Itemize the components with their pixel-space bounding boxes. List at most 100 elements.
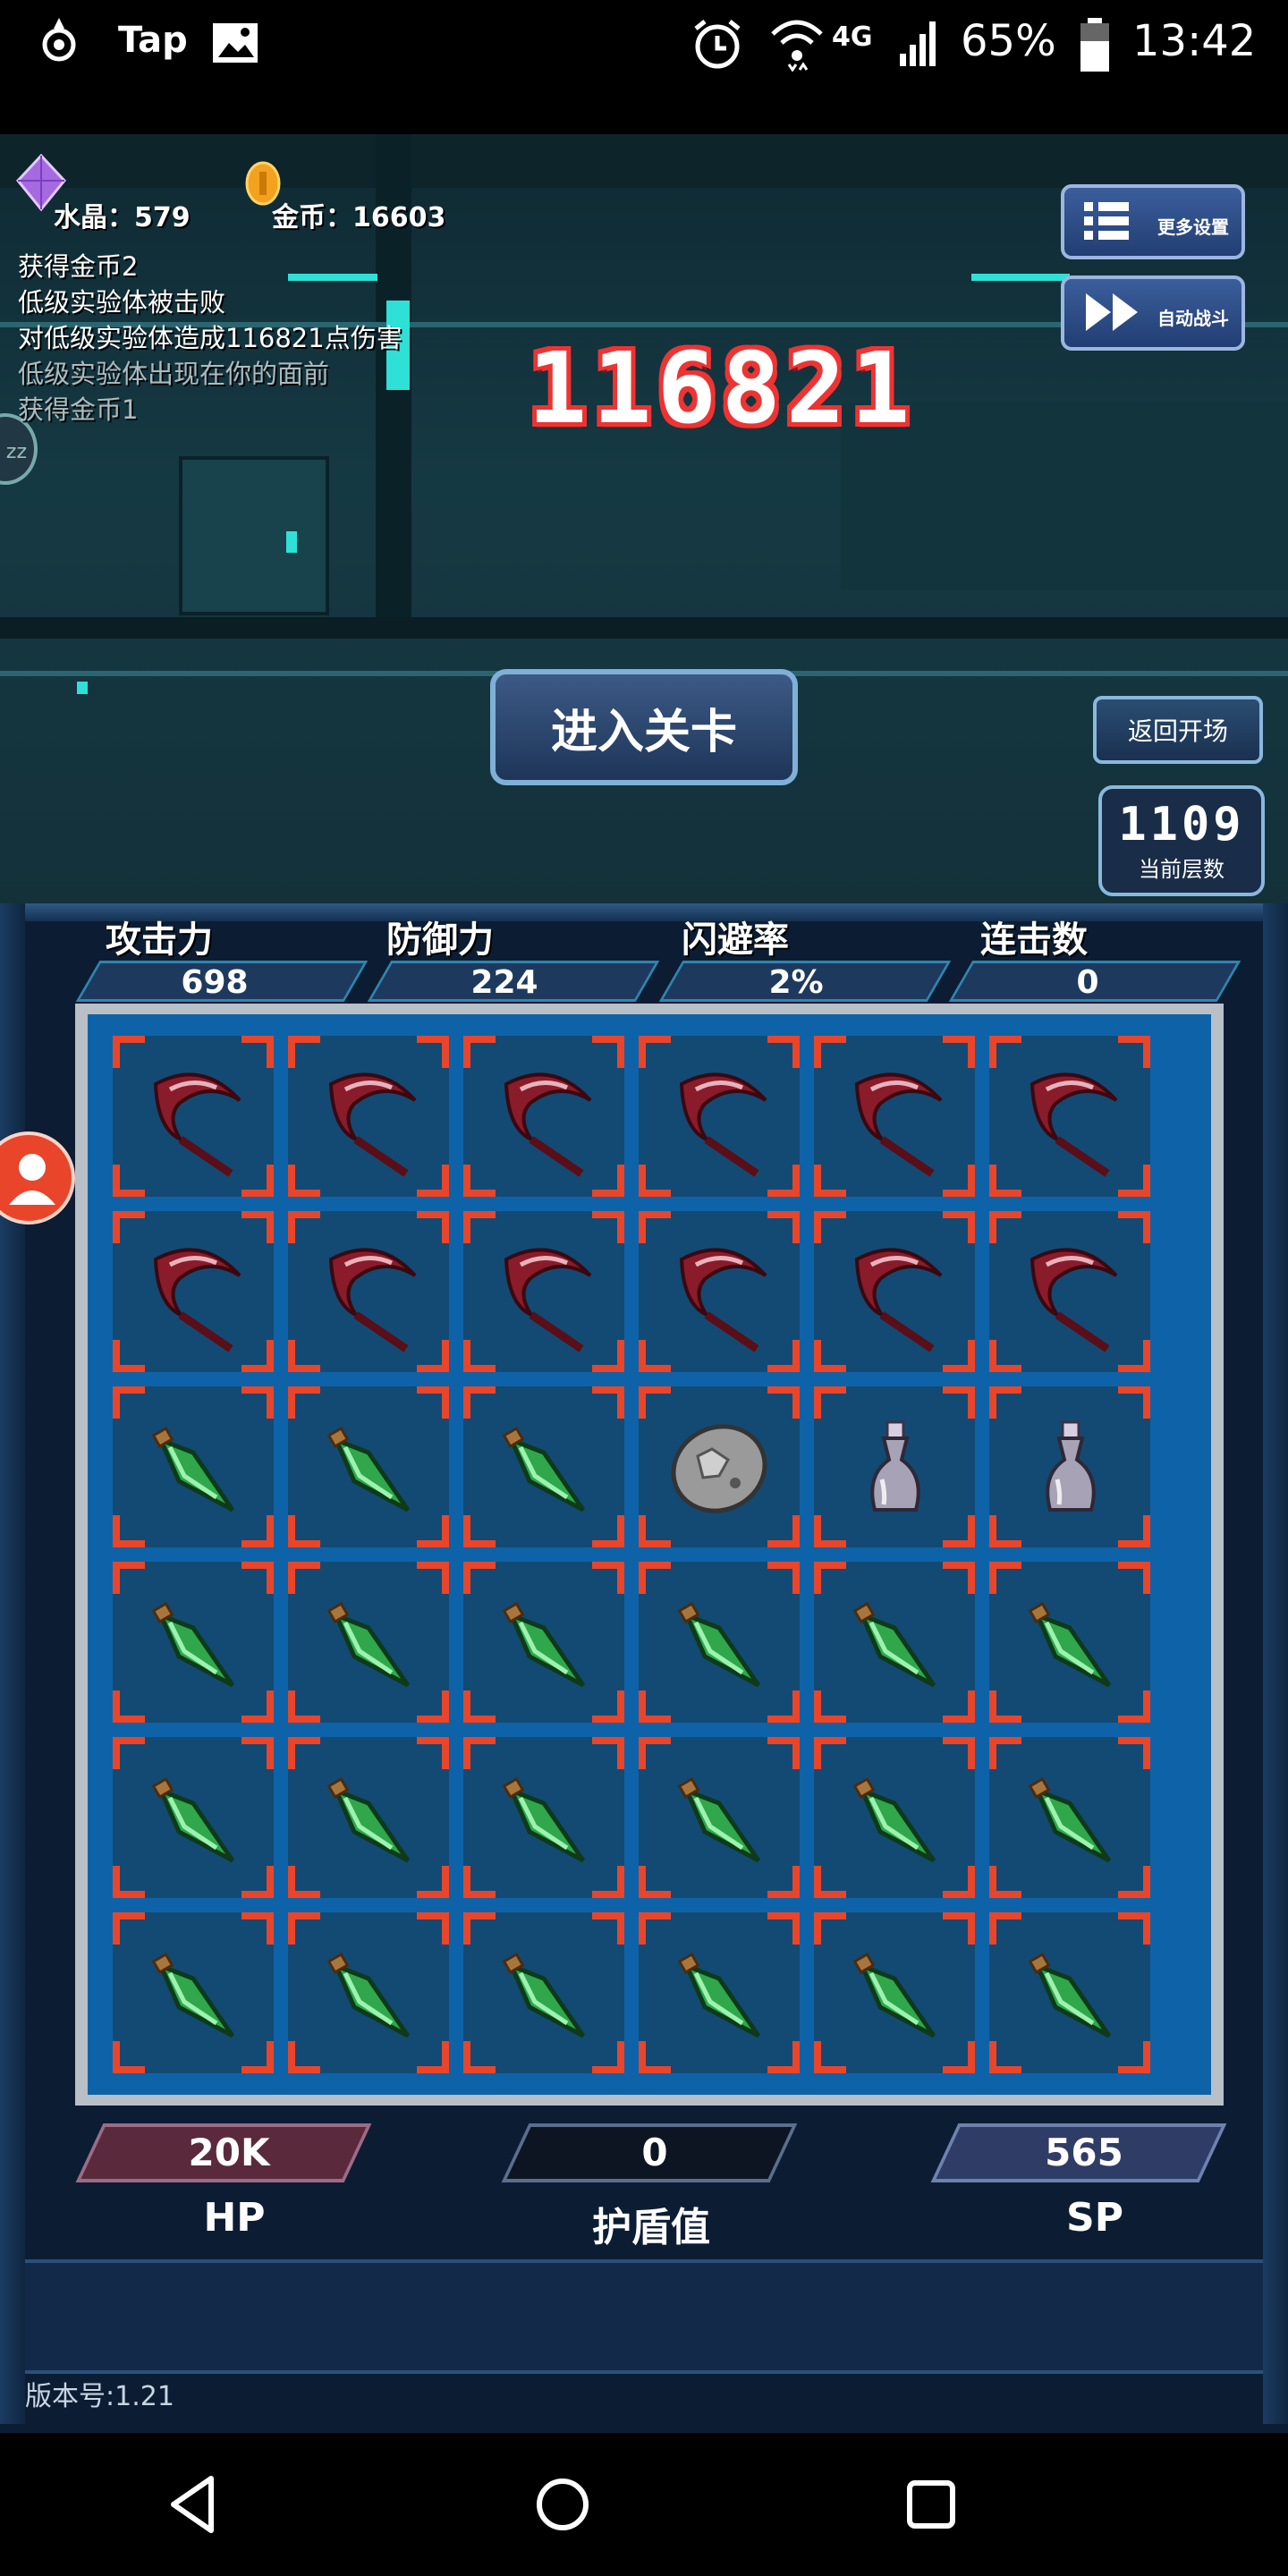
attack-label: 攻击力 (106, 919, 213, 961)
inventory-slot[interactable] (113, 1912, 274, 2073)
scythe-icon (131, 1229, 256, 1354)
gold-count: 金币：16603 (272, 202, 446, 233)
signal-icon (898, 18, 941, 79)
home-nav-icon[interactable] (513, 2455, 612, 2554)
scythe-icon (481, 1054, 606, 1179)
inventory-slot[interactable] (463, 1912, 624, 2073)
auto-battle-button[interactable]: 自动战斗 (1061, 275, 1245, 351)
inventory-slot[interactable] (989, 1562, 1150, 1723)
inventory-slot[interactable] (639, 1036, 800, 1197)
inventory-slot[interactable] (814, 1737, 975, 1898)
green-crystal-icon (1007, 1755, 1132, 1880)
panel-footer-strip (25, 2259, 1263, 2374)
inventory-slot[interactable] (113, 1737, 274, 1898)
silver-bottle-icon (1007, 1404, 1132, 1530)
inventory-slot[interactable] (989, 1912, 1150, 2073)
inventory-slot[interactable] (639, 1562, 800, 1723)
inventory-slot[interactable] (288, 1036, 449, 1197)
green-crystal-icon (657, 1755, 782, 1880)
recents-nav-icon[interactable] (882, 2455, 980, 2554)
floating-avatar-button[interactable] (0, 1131, 75, 1224)
inventory-slot[interactable] (463, 1386, 624, 1547)
scythe-icon (131, 1054, 256, 1179)
scythe-icon (481, 1229, 606, 1354)
inventory-slot[interactable] (814, 1562, 975, 1723)
inventory-slot[interactable] (989, 1386, 1150, 1547)
inventory-slot[interactable] (814, 1386, 975, 1547)
log-line: 获得金币2 (18, 251, 139, 282)
scythe-icon (306, 1054, 431, 1179)
damage-number: 116821 (528, 331, 916, 445)
green-crystal-icon (481, 1755, 606, 1880)
sp-value: 565 (1045, 2131, 1123, 2174)
inventory-slot[interactable] (288, 1562, 449, 1723)
inventory-slot[interactable] (463, 1211, 624, 1372)
green-crystal-icon (481, 1930, 606, 2055)
green-crystal-icon (1007, 1930, 1132, 2055)
status-bar: Tap 4G 65% 13:42 (0, 0, 1288, 89)
inventory-slot[interactable] (463, 1036, 624, 1197)
battle-log: 获得金币2 低级实验体被击败 对低级实验体造成116821点伤害 低级实验体出现… (18, 249, 402, 428)
more-settings-label: 更多设置 (1157, 216, 1229, 238)
inventory-slot[interactable] (463, 1737, 624, 1898)
version-label: 版本号:1.21 (25, 2381, 174, 2412)
inventory-slot[interactable] (639, 1912, 800, 2073)
inventory-slot[interactable] (113, 1211, 274, 1372)
inventory-slot[interactable] (814, 1211, 975, 1372)
green-crystal-icon (131, 1404, 256, 1530)
green-crystal-icon (131, 1930, 256, 2055)
inventory-slot[interactable] (814, 1912, 975, 2073)
inventory-slot[interactable] (113, 1386, 274, 1547)
more-settings-button[interactable]: 更多设置 (1061, 184, 1245, 259)
inventory-slot[interactable] (463, 1562, 624, 1723)
green-crystal-icon (306, 1755, 431, 1880)
alarm-icon (691, 18, 744, 82)
scythe-icon (832, 1054, 957, 1179)
scythe-icon (1007, 1054, 1132, 1179)
scythe-icon (832, 1229, 957, 1354)
inventory-slot[interactable] (288, 1737, 449, 1898)
hp-value: 20K (188, 2131, 270, 2174)
inventory-slot[interactable] (989, 1211, 1150, 1372)
inventory-slot[interactable] (288, 1386, 449, 1547)
sp-label: SP (1066, 2195, 1123, 2241)
stone-icon (657, 1404, 782, 1530)
inventory-slot[interactable] (814, 1036, 975, 1197)
scythe-icon (306, 1229, 431, 1354)
inventory-slot[interactable] (113, 1562, 274, 1723)
back-to-start-button[interactable]: 返回开场 (1093, 696, 1263, 764)
silver-bottle-icon (832, 1404, 957, 1530)
dodge-value: 2% (768, 964, 824, 1001)
inventory-grid (88, 1014, 1211, 2095)
inventory-slot[interactable] (639, 1211, 800, 1372)
green-crystal-icon (306, 1580, 431, 1705)
clock: 13:42 (1132, 16, 1257, 66)
wifi-icon (769, 16, 825, 82)
battery-percent: 65% (961, 16, 1056, 66)
inventory-slot[interactable] (989, 1036, 1150, 1197)
inventory-slot[interactable] (989, 1737, 1150, 1898)
scythe-icon (657, 1229, 782, 1354)
green-crystal-icon (832, 1930, 957, 2055)
inventory-slot[interactable] (113, 1036, 274, 1197)
green-crystal-icon (306, 1404, 431, 1530)
inventory-slot[interactable] (288, 1912, 449, 2073)
defense-label: 防御力 (386, 919, 494, 961)
back-nav-icon[interactable] (143, 2455, 242, 2554)
list-icon (1084, 200, 1129, 248)
inventory-slot[interactable] (639, 1737, 800, 1898)
inventory-slot[interactable] (639, 1386, 800, 1547)
enter-stage-button[interactable]: 进入关卡 (490, 669, 798, 785)
person-icon (9, 1154, 55, 1205)
floor-number: 1109 (1118, 798, 1245, 852)
log-line: 获得金币1 (18, 394, 139, 425)
hp-label: HP (203, 2195, 266, 2241)
green-crystal-icon (657, 1580, 782, 1705)
image-icon (211, 21, 259, 75)
shield-label: 护盾值 (592, 2205, 710, 2250)
inventory-slot[interactable] (288, 1211, 449, 1372)
green-crystal-icon (481, 1404, 606, 1530)
green-crystal-icon (306, 1930, 431, 2055)
tap-app-icon (39, 14, 79, 75)
green-crystal-icon (832, 1755, 957, 1880)
